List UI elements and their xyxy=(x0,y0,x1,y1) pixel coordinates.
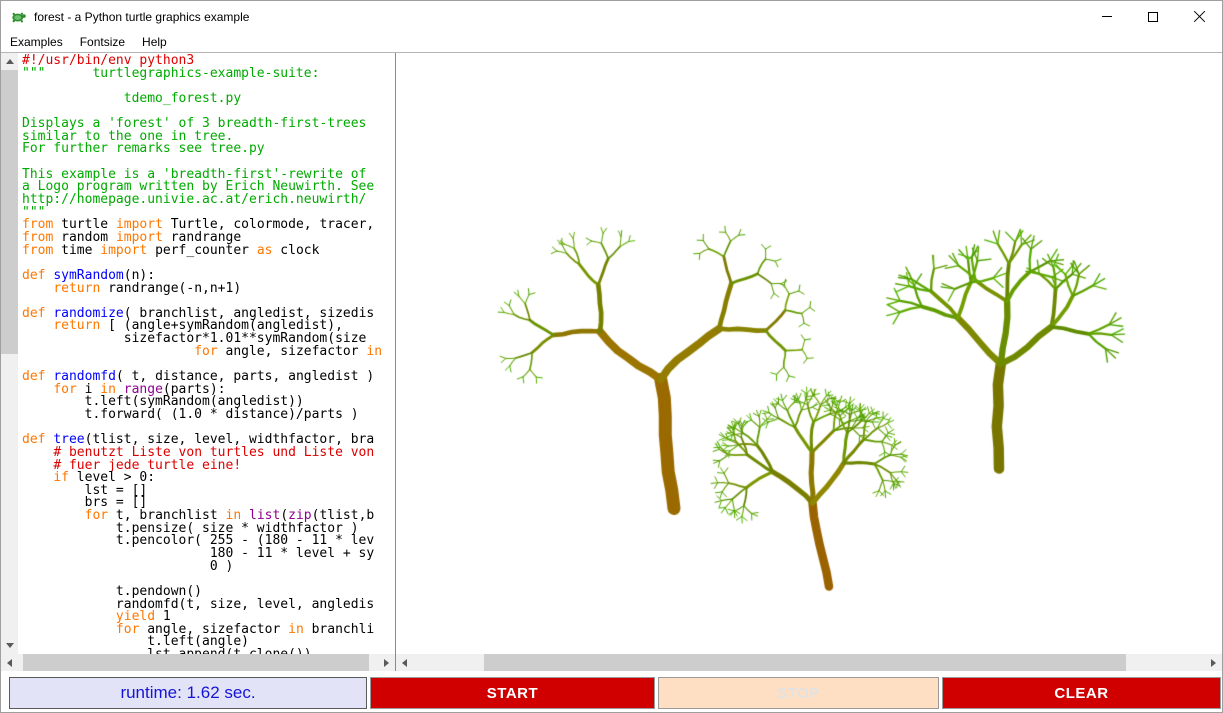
canvas-scroll-left-button[interactable] xyxy=(396,654,413,671)
code-line: For further remarks see tree.py xyxy=(22,143,395,156)
arrow-down-icon xyxy=(6,643,14,648)
menubar: Examples Fontsize Help xyxy=(1,32,1222,52)
arrow-left-icon xyxy=(402,659,407,667)
turtle-icon xyxy=(10,8,27,25)
canvas-pane xyxy=(396,53,1222,671)
canvas-hscrollbar[interactable] xyxy=(396,654,1222,671)
code-line: http://homepage.univie.ac.at/erich.neuwi… xyxy=(22,194,395,207)
canvas-hscrollbar-track[interactable] xyxy=(413,654,1205,671)
editor-hscrollbar[interactable] xyxy=(1,654,395,671)
menu-item-help[interactable]: Help xyxy=(142,35,167,49)
statusbar: runtime: 1.62 sec. START STOP CLEAR xyxy=(1,671,1222,712)
arrow-right-icon xyxy=(384,659,389,667)
window-controls xyxy=(1084,1,1222,32)
editor-pane: #!/usr/bin/env python3""" turtlegraphics… xyxy=(1,53,396,671)
code-line: """ turtlegraphics-example-suite: xyxy=(22,68,395,81)
app-window: forest - a Python turtle graphics exampl… xyxy=(0,0,1223,713)
code-line: return randrange(-n,n+1) xyxy=(22,283,395,296)
menu-item-examples[interactable]: Examples xyxy=(10,35,63,49)
editor-scroll-right-button[interactable] xyxy=(378,654,395,671)
maximize-button[interactable] xyxy=(1130,1,1176,32)
clear-button[interactable]: CLEAR xyxy=(942,677,1221,709)
editor-vscrollbar[interactable] xyxy=(1,53,18,654)
stop-button[interactable]: STOP xyxy=(658,677,939,709)
minimize-icon xyxy=(1102,16,1112,17)
editor-vscrollbar-thumb[interactable] xyxy=(1,70,18,354)
close-icon xyxy=(1193,10,1206,23)
scroll-up-button[interactable] xyxy=(1,53,18,70)
main-area: #!/usr/bin/env python3""" turtlegraphics… xyxy=(1,52,1222,671)
arrow-up-icon xyxy=(6,59,14,64)
editor-hscrollbar-track[interactable] xyxy=(18,654,378,671)
code-line: from time import perf_counter as clock xyxy=(22,245,395,258)
close-button[interactable] xyxy=(1176,1,1222,32)
runtime-label: runtime: 1.62 sec. xyxy=(9,677,367,709)
window-title: forest - a Python turtle graphics exampl… xyxy=(34,10,249,24)
arrow-right-icon xyxy=(1211,659,1216,667)
editor-vscrollbar-track[interactable] xyxy=(1,70,18,637)
menu-item-fontsize[interactable]: Fontsize xyxy=(80,35,125,49)
editor-hscrollbar-thumb[interactable] xyxy=(23,654,369,671)
scroll-down-button[interactable] xyxy=(1,637,18,654)
code-editor[interactable]: #!/usr/bin/env python3""" turtlegraphics… xyxy=(18,53,395,654)
titlebar: forest - a Python turtle graphics exampl… xyxy=(1,1,1222,32)
start-button[interactable]: START xyxy=(370,677,655,709)
canvas-viewport xyxy=(396,53,1222,654)
maximize-icon xyxy=(1148,12,1158,22)
editor-scroll-left-button[interactable] xyxy=(1,654,18,671)
code-line: for angle, sizefactor in xyxy=(22,346,395,359)
code-line: 0 ) xyxy=(22,561,395,574)
turtle-canvas xyxy=(396,53,1222,654)
minimize-button[interactable] xyxy=(1084,1,1130,32)
arrow-left-icon xyxy=(7,659,12,667)
canvas-hscrollbar-thumb[interactable] xyxy=(484,654,1126,671)
canvas-scroll-right-button[interactable] xyxy=(1205,654,1222,671)
code-line: t.forward( (1.0 * distance)/parts ) xyxy=(22,409,395,422)
code-line: tdemo_forest.py xyxy=(22,93,395,106)
